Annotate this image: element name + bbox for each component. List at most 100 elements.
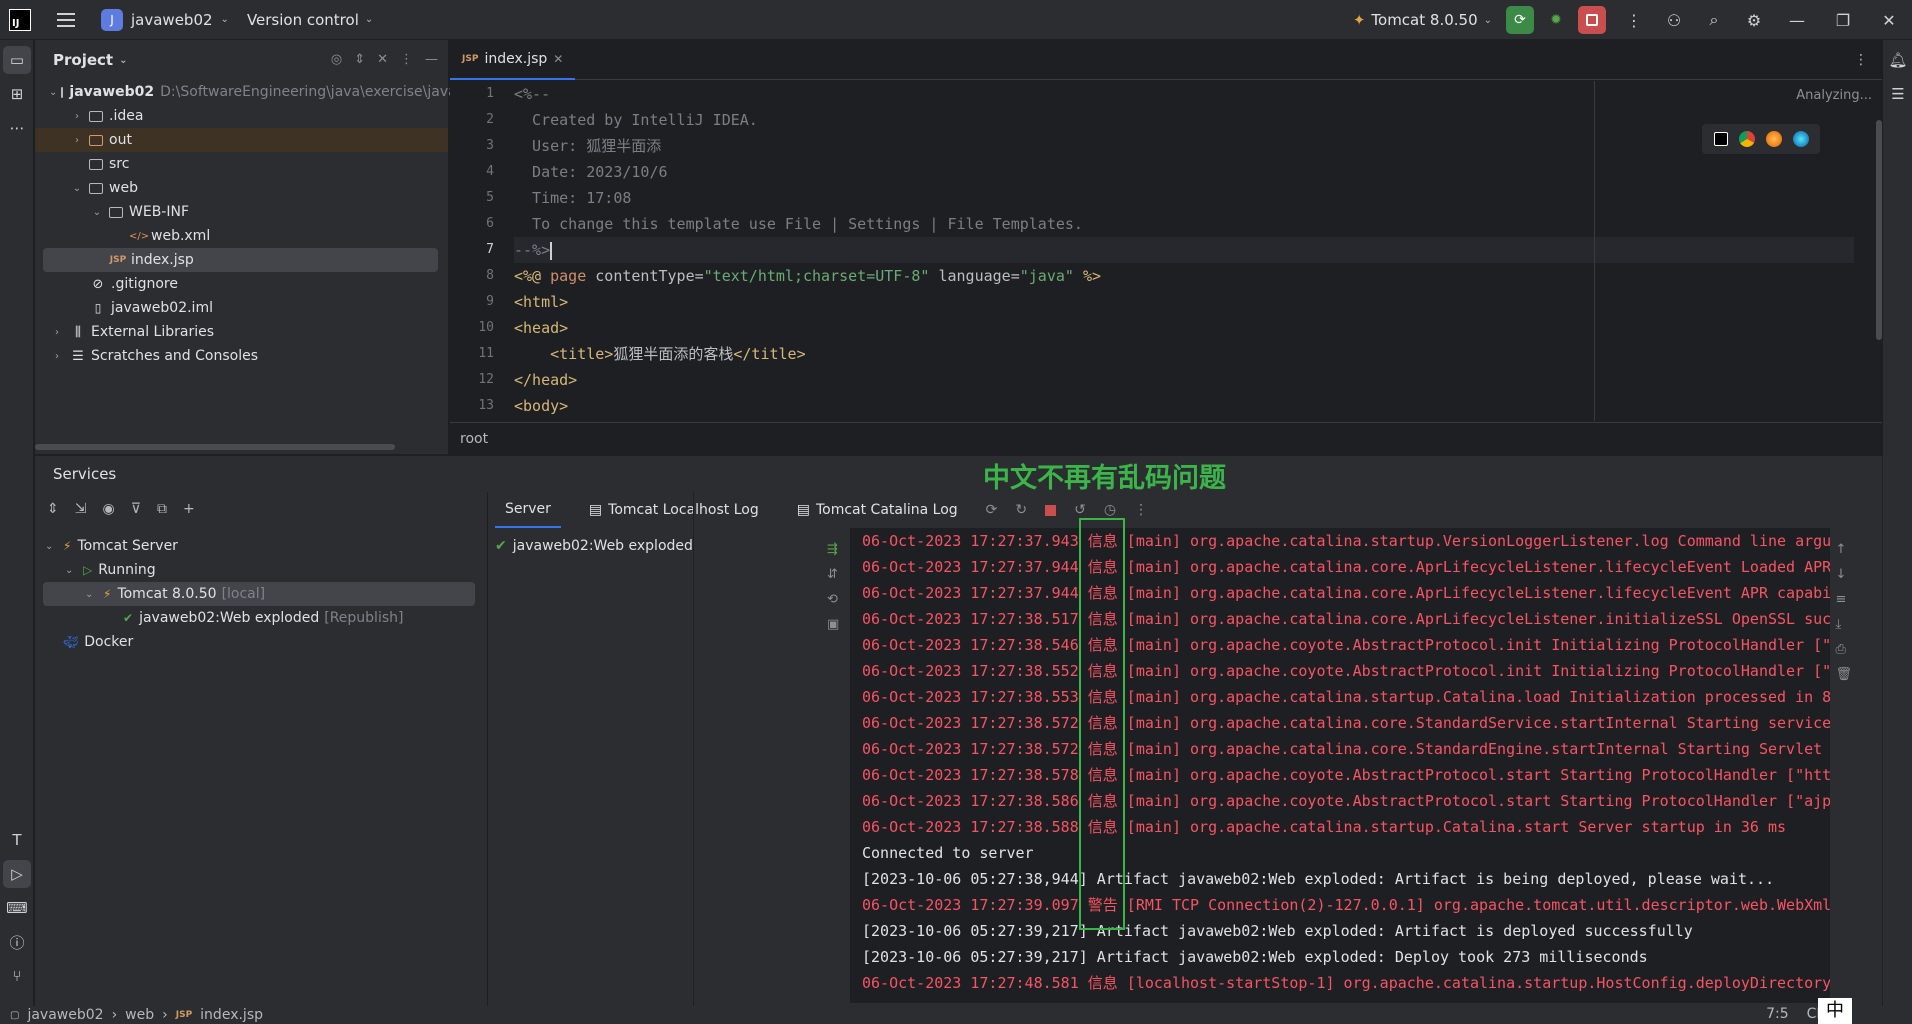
problems-icon[interactable]: ⓘ — [3, 928, 31, 956]
new-tab-icon[interactable]: ⧉ — [157, 501, 167, 517]
chevron-right-icon[interactable]: › — [69, 135, 85, 146]
options-icon[interactable]: ⋮ — [400, 52, 413, 67]
chevron-down-icon[interactable]: ⌄ — [89, 207, 105, 218]
more-vertical-icon[interactable]: ⋮ — [1614, 0, 1654, 40]
down-arrow-icon[interactable]: ↓ — [1835, 567, 1852, 582]
services-tree-item[interactable]: ⌄ ▷ Running — [35, 558, 487, 582]
project-tree-item[interactable]: </> web.xml — [35, 224, 448, 248]
project-tree-item[interactable]: ⌄ javaweb02 D:\SoftwareEngineering\java\ex… — [35, 80, 457, 104]
server-console-output[interactable]: 06-Oct-2023 17:27:37.943 信息 [main] org.a… — [850, 528, 1830, 1003]
project-tree-item[interactable]: ⊘ .gitignore — [35, 272, 448, 296]
edge-icon[interactable] — [1792, 131, 1809, 147]
add-user-icon[interactable]: ⚇ — [1654, 0, 1694, 40]
chevron-right-icon[interactable]: › — [49, 327, 65, 338]
project-tree-item[interactable]: src — [35, 152, 448, 176]
database-icon[interactable]: ☰ — [1884, 80, 1912, 108]
gear-icon[interactable]: ⚙ — [1734, 0, 1774, 40]
project-switcher[interactable]: J javaweb02 ⌄ — [101, 8, 229, 31]
notifications-bell-icon[interactable]: 🔔︎ — [1884, 46, 1912, 74]
editor-vertical-scrollbar[interactable] — [1876, 120, 1882, 340]
chevron-right-icon[interactable]: › — [49, 351, 65, 362]
tab-localhost-log[interactable]: ▤ Tomcat Localhost Log — [579, 492, 769, 528]
services-tree-item[interactable]: ✔ javaweb02:Web exploded [Republish] — [35, 606, 487, 630]
project-tree-item[interactable]: ▯ javaweb02.iml — [35, 296, 448, 320]
restore-icon[interactable]: ❐ — [1820, 0, 1866, 40]
add-icon[interactable]: + — [183, 501, 195, 517]
view-eye-icon[interactable]: ◉ — [102, 501, 114, 517]
rerun-button[interactable]: ⟳ — [1506, 6, 1534, 34]
deploy-icon[interactable]: ⇶ — [827, 542, 847, 557]
undeploy-icon[interactable]: ⇵ — [827, 567, 847, 582]
filter-icon[interactable]: ⊽ — [131, 501, 141, 517]
chevron-down-icon[interactable]: ⌄ — [65, 565, 83, 576]
open-browser-icon[interactable]: ▣ — [827, 617, 847, 632]
chrome-icon[interactable] — [1738, 131, 1755, 147]
build-hammer-icon[interactable]: T — [3, 826, 31, 854]
update-icon[interactable]: ↻ — [1015, 502, 1027, 518]
deployment-item[interactable]: ✔ javaweb02:Web exploded — [495, 534, 695, 558]
chevron-right-icon[interactable]: › — [69, 111, 85, 122]
terminal-icon[interactable]: ⌨ — [3, 894, 31, 922]
close-icon[interactable]: ✕ — [1866, 0, 1912, 40]
tab-options-icon[interactable]: ⋮ — [1854, 52, 1868, 68]
intellij-logo-icon[interactable]: IJ — [9, 8, 31, 31]
debug-bug-icon[interactable]: ✹ — [1542, 6, 1570, 34]
intellij-browser-icon[interactable] — [1713, 132, 1728, 146]
tab-server[interactable]: Server — [495, 492, 561, 528]
expand-all-icon[interactable]: ⇕ — [354, 52, 365, 67]
status-bar: ▢ javaweb02 › web › JSP index.jsp 7:5 CR… — [0, 998, 1912, 1024]
git-branch-icon[interactable]: ⑂ — [3, 962, 31, 990]
rerun-icon[interactable]: ⟳ — [986, 502, 998, 518]
collapse-all-icon[interactable]: ✕ — [377, 52, 388, 67]
collapse-icon[interactable]: ⇲ — [75, 501, 87, 517]
scroll-to-end-icon[interactable]: ⤓ — [1835, 617, 1852, 632]
chevron-down-icon[interactable]: ⌄ — [85, 589, 103, 600]
stop-button[interactable] — [1578, 6, 1606, 34]
project-tree-item[interactable]: › ⫼ External Libraries — [35, 320, 448, 344]
search-icon[interactable]: ⌕ — [1694, 0, 1734, 40]
firefox-icon[interactable] — [1765, 131, 1782, 147]
project-tool-folder-icon[interactable]: ▭ — [3, 46, 31, 74]
project-tree-item[interactable]: JSP index.jsp — [43, 248, 438, 272]
services-tree-item[interactable]: 🐳︎ Docker — [35, 630, 487, 654]
status-crumb-file[interactable]: index.jsp — [200, 1007, 263, 1023]
close-tab-icon[interactable]: ✕ — [553, 52, 563, 66]
chevron-down-icon[interactable]: ⌄ — [49, 87, 57, 98]
status-crumb-folder[interactable]: web — [125, 1007, 154, 1023]
clear-trash-icon[interactable]: 🗑︎ — [1835, 667, 1852, 682]
project-tree-item[interactable]: ⌄ web — [35, 176, 448, 200]
up-arrow-icon[interactable]: ↑ — [1835, 542, 1852, 557]
chevron-down-icon[interactable]: ⌄ — [69, 183, 85, 194]
tab-index-jsp[interactable]: JSP index.jsp ✕ — [450, 40, 576, 80]
services-tree-item[interactable]: ⌄ ⚡ Tomcat Server — [35, 534, 487, 558]
caret-position[interactable]: 7:5 — [1766, 1006, 1789, 1022]
soft-wrap-icon[interactable]: ≡ — [1835, 592, 1852, 607]
editor-breadcrumb[interactable]: root — [450, 422, 1882, 454]
status-crumb-project[interactable]: javaweb02 — [27, 1007, 103, 1023]
refresh-icon[interactable]: ⟲ — [827, 592, 847, 607]
version-control-menu[interactable]: Version control ⌄ — [247, 11, 373, 29]
expand-icon[interactable]: ⇕ — [47, 501, 59, 517]
code-content[interactable]: <%-- Created by IntelliJ IDEA. User: 狐狸半… — [514, 81, 1854, 421]
chevron-down-icon[interactable]: ⌄ — [45, 541, 63, 552]
hide-icon[interactable]: — — [425, 52, 438, 67]
stop-icon[interactable] — [1045, 504, 1057, 516]
refresh-icon[interactable]: ↺ — [1074, 502, 1086, 518]
horizontal-scrollbar[interactable] — [35, 444, 395, 450]
debug-icon[interactable]: ◷ — [1104, 502, 1116, 518]
more-tools-icon[interactable]: ⋯ — [3, 114, 31, 142]
more-vertical-icon[interactable]: ⋮ — [1134, 502, 1148, 518]
locate-icon[interactable]: ◎ — [331, 52, 342, 67]
structure-icon[interactable]: ⊞ — [3, 80, 31, 108]
services-tree-item[interactable]: ⌄ ⚡ Tomcat 8.0.50 [local] — [43, 582, 475, 606]
run-configuration-selector[interactable]: ✦ Tomcat 8.0.50 ⌄ — [1353, 11, 1492, 29]
print-icon[interactable]: ⎙ — [1835, 642, 1852, 657]
minimize-icon[interactable]: — — [1774, 0, 1820, 40]
project-tree-item[interactable]: ⌄ WEB-INF — [35, 200, 448, 224]
tab-catalina-log[interactable]: ▤ Tomcat Catalina Log — [787, 492, 968, 528]
project-tree-item[interactable]: › out — [35, 128, 448, 152]
services-icon[interactable]: ▷ — [3, 860, 31, 888]
project-tree-item[interactable]: › .idea — [35, 104, 448, 128]
project-tree-item[interactable]: › ☰ Scratches and Consoles — [35, 344, 448, 368]
main-menu-icon[interactable] — [57, 12, 75, 27]
